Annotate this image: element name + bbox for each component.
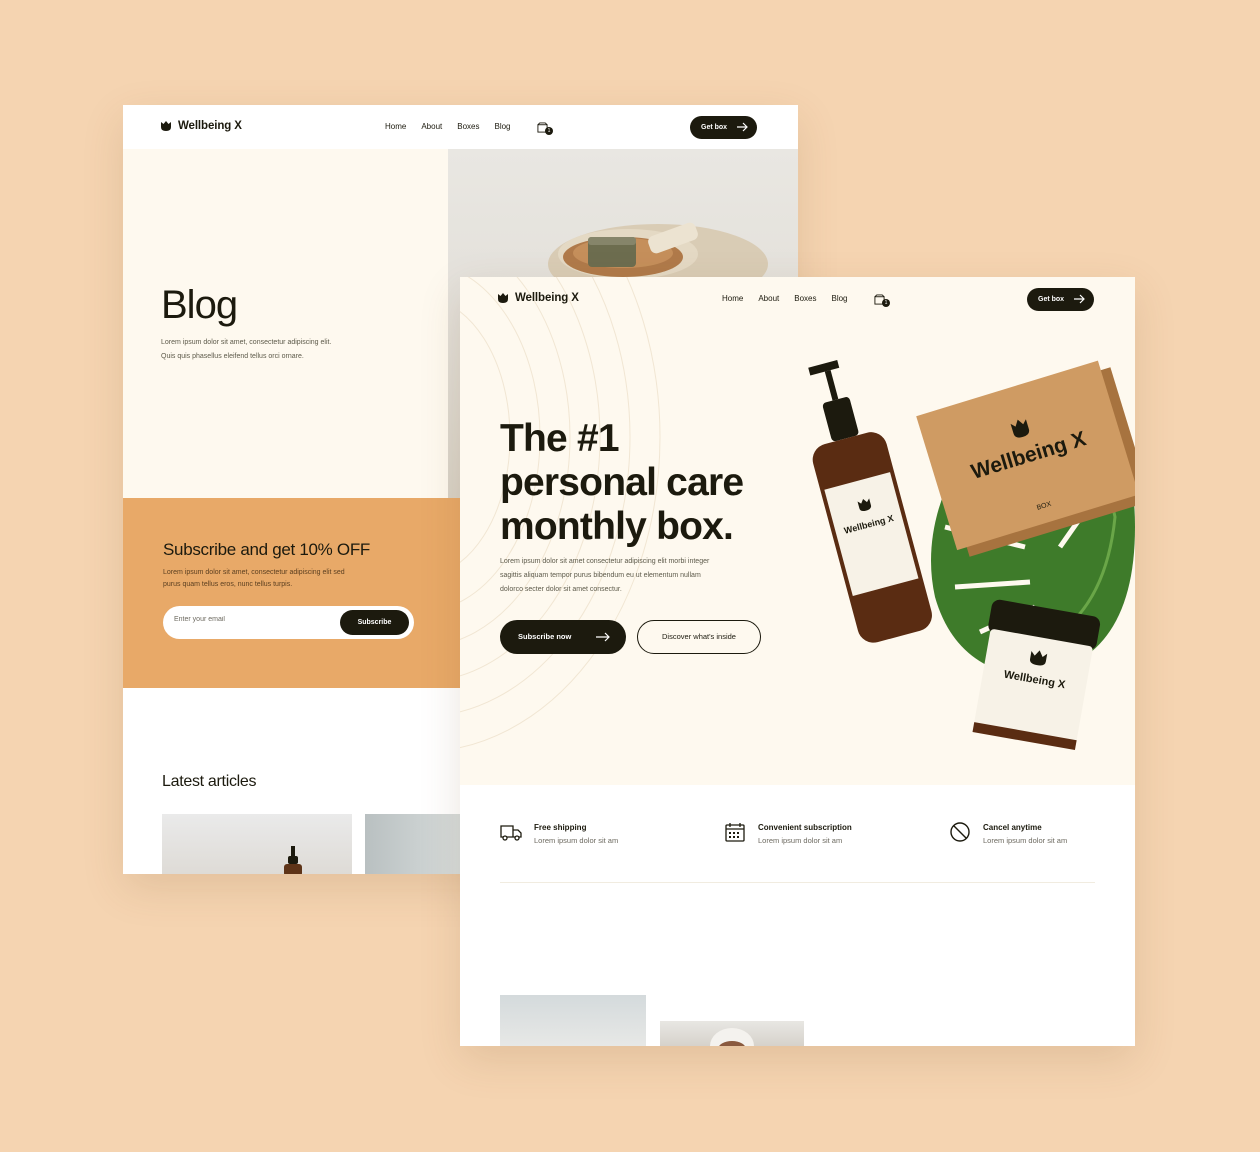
cart-count-badge: 1	[545, 127, 553, 135]
arrow-right-icon	[596, 632, 610, 642]
brand-name: Wellbeing X	[515, 292, 579, 304]
tulip-logo-icon	[498, 293, 508, 303]
nav-links: Home About Boxes Blog	[722, 294, 848, 303]
hero-section: Wellbeing X Home About Boxes Blog 1 Get …	[460, 277, 1135, 785]
feature-free-shipping: Free shipping Lorem ipsum dolor sit am	[500, 821, 618, 845]
brand[interactable]: Wellbeing X	[498, 292, 579, 304]
cart-button[interactable]: 1	[537, 120, 553, 135]
nav-link-home[interactable]: Home	[722, 294, 743, 303]
subscribe-button[interactable]: Subscribe	[340, 610, 409, 635]
get-box-label: Get box	[1038, 296, 1065, 303]
cream-jar-image: Wellbeing X	[972, 599, 1101, 751]
lifestyle-image	[660, 1021, 804, 1046]
nav-links: Home About Boxes Blog	[385, 122, 511, 131]
hero-description: Lorem ipsum dolor sit amet consectetur a…	[500, 555, 780, 597]
blog-description-line: Lorem ipsum dolor sit amet, consectetur …	[161, 339, 332, 346]
section-divider	[500, 882, 1095, 883]
brand[interactable]: Wellbeing X	[161, 120, 242, 132]
pump-bottle-image: Wellbeing X	[808, 359, 932, 643]
cart-button[interactable]: 1	[874, 292, 890, 307]
subscribe-text-line: purus quam tellus eros, nunc tellus turp…	[163, 581, 293, 588]
feature-title: Cancel anytime	[983, 823, 1042, 832]
feature-text: Cancel anytime Lorem ipsum dolor sit am	[983, 821, 1067, 845]
subscribe-now-label: Subscribe now	[518, 632, 572, 641]
subscribe-text: Lorem ipsum dolor sit amet, consectetur …	[163, 567, 403, 591]
email-input[interactable]	[174, 616, 324, 623]
tulip-logo-icon	[161, 121, 171, 131]
cart-count-badge: 1	[882, 299, 890, 307]
home-navbar: Wellbeing X Home About Boxes Blog 1 Get …	[460, 277, 1135, 321]
feature-subtitle: Lorem ipsum dolor sit am	[758, 836, 843, 845]
home-page-card: Wellbeing X Home About Boxes Blog 1 Get …	[460, 277, 1135, 1046]
feature-text: Convenient subscription Lorem ipsum dolo…	[758, 821, 852, 845]
arrow-right-icon	[737, 122, 748, 132]
get-box-button[interactable]: Get box	[690, 116, 757, 139]
blog-navbar: Wellbeing X Home About Boxes Blog 1 Get …	[123, 105, 798, 149]
brand-name: Wellbeing X	[178, 120, 242, 132]
feature-text: Free shipping Lorem ipsum dolor sit am	[534, 821, 618, 845]
arrow-right-icon	[1074, 294, 1085, 304]
latest-articles-title: Latest articles	[162, 773, 257, 790]
cancel-icon	[950, 822, 970, 842]
discover-button[interactable]: Discover what's inside	[637, 620, 761, 654]
nav-link-about[interactable]: About	[421, 122, 442, 131]
hero-title-line: monthly box.	[500, 505, 734, 548]
subscribe-now-button[interactable]: Subscribe now	[500, 620, 626, 654]
feature-subtitle: Lorem ipsum dolor sit am	[983, 836, 1068, 845]
blog-description-line: Quis quis phasellus eleifend tellus orci…	[161, 353, 304, 360]
features-row: Free shipping Lorem ipsum dolor sit am C…	[460, 785, 1135, 885]
subscribe-text-line: Lorem ipsum dolor sit amet, consectetur …	[163, 569, 345, 576]
nav-link-boxes[interactable]: Boxes	[794, 294, 816, 303]
nav-link-boxes[interactable]: Boxes	[457, 122, 479, 131]
article-thumbnail[interactable]	[162, 814, 352, 874]
product-illustration: Wellbeing X BOX Wellbeing X Wellbeing X	[808, 359, 1135, 751]
nav-link-about[interactable]: About	[758, 294, 779, 303]
feature-title: Convenient subscription	[758, 823, 852, 832]
blog-description: Lorem ipsum dolor sit amet, consectetur …	[161, 336, 401, 364]
lifestyle-image	[500, 995, 646, 1046]
feature-cancel-anytime: Cancel anytime Lorem ipsum dolor sit am	[949, 821, 1067, 845]
nav-link-blog[interactable]: Blog	[494, 122, 510, 131]
hero-description-line: Lorem ipsum dolor sit amet consectetur a…	[500, 558, 710, 565]
hero-title-line: The #1	[500, 417, 620, 460]
subscribe-section: Subscribe and get 10% OFF Lorem ipsum do…	[123, 498, 463, 688]
nav-link-home[interactable]: Home	[385, 122, 406, 131]
hero-description-line: dolorco secter dolor sit amet consectur.	[500, 586, 622, 593]
truck-icon	[500, 825, 522, 841]
email-form: Subscribe	[163, 606, 414, 639]
feature-subtitle: Lorem ipsum dolor sit am	[534, 836, 619, 845]
get-box-button[interactable]: Get box	[1027, 288, 1094, 311]
blog-title: Blog	[161, 283, 238, 327]
hero-description-line: sagittis aliquam tempor purus bibendum e…	[500, 572, 701, 579]
towel-head-image	[710, 1028, 754, 1046]
get-box-label: Get box	[701, 124, 728, 131]
dropper-bottle-image	[284, 846, 302, 874]
nav-link-blog[interactable]: Blog	[831, 294, 847, 303]
hero-title: The #1 personal care monthly box.	[500, 417, 744, 549]
subscribe-title: Subscribe and get 10% OFF	[163, 540, 371, 559]
feature-convenient-subscription: Convenient subscription Lorem ipsum dolo…	[724, 821, 852, 845]
article-thumbnail[interactable]	[365, 814, 465, 874]
feature-title: Free shipping	[534, 823, 587, 832]
calendar-icon	[725, 823, 745, 842]
hero-title-line: personal care	[500, 461, 744, 504]
